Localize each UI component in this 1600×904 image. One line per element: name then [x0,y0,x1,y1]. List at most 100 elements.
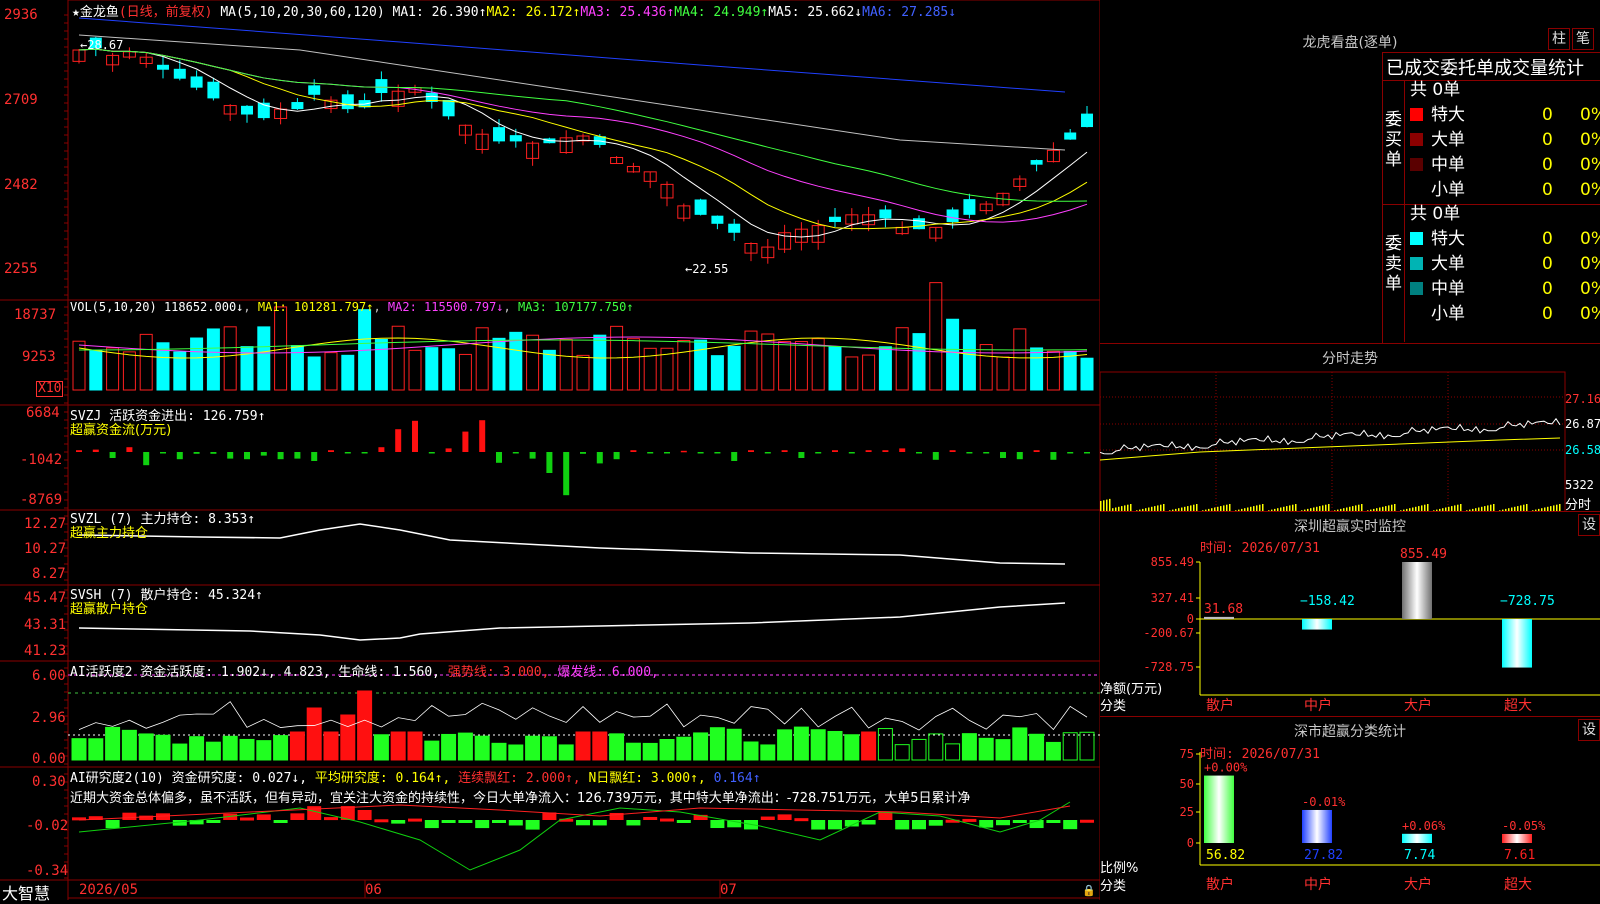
flow-bar [92,449,99,452]
ma1-value: MA1: 26.390↑ [392,5,487,20]
activity-bar [961,733,977,761]
research-bar [811,820,826,830]
volume-bar [374,338,388,391]
activity-bar [894,744,910,761]
svzl-subtitle: 超赢主力持仓 [70,526,149,541]
ai-strong-line: 强势线: 3.000, [447,665,550,680]
net-cat-label: 超大 [1504,698,1532,714]
order-size-label: 小单 [1431,304,1465,324]
ai-research-last: 0.164↑ [713,771,761,786]
flow-bar [277,452,284,460]
stroke-mode-button[interactable]: 笔 [1572,28,1594,50]
volume-bar [223,326,237,391]
color-swatch [1410,257,1423,270]
activity-bar [743,741,759,761]
research-bar [105,820,120,829]
flow-bar [966,452,973,454]
activity-bar [726,728,742,761]
activity-bar [609,733,625,761]
flow-bar [764,452,771,454]
volume-bar [895,327,909,391]
activity-bar [1045,741,1061,761]
candle [493,127,505,142]
svsh-axis-1: 45.47 [24,590,67,606]
ma2-value: MA2: 26.172↑ [486,5,581,20]
flow-bar [680,450,687,453]
activity-bar [289,731,305,761]
volume-bar [257,326,271,391]
flow-bar [428,452,435,454]
ma-params: MA(5,10,20,30,60,120) [220,5,385,20]
activity-bar [558,744,574,761]
research-bar [895,820,910,830]
net-cat-label: 中户 [1304,697,1332,714]
order-count: 0 [1542,254,1553,274]
net-bar-散户 [1204,616,1234,619]
bar-mode-button[interactable]: 柱 [1548,28,1570,50]
net-axis-tick: 0 [1187,612,1194,626]
flow-bar [949,450,956,452]
activity-bar [390,731,406,761]
order-count: 0 [1542,155,1553,175]
activity-bar [676,736,692,761]
activity-bar [659,739,675,761]
volume-bar [828,346,842,391]
date-axis-3: 07 [720,882,737,898]
candle [1081,113,1093,128]
ratio-change-label: -0.01% [1302,795,1346,809]
ratio-cat-label: 中户 [1304,876,1332,893]
research-bar [760,816,775,820]
research-bar [492,820,506,823]
lock-icon[interactable]: 🔒 [1082,884,1096,897]
research-bar [928,820,943,826]
price-axis-4: 2255 [4,261,38,277]
flow-bar [1033,450,1040,452]
order-row: 特大 0 0% [1410,103,1600,127]
activity-bar [508,744,524,761]
candlestick-series [72,36,1093,264]
volume-bar [794,341,808,391]
star-icon[interactable]: ★ [72,5,80,20]
color-swatch [1410,108,1423,121]
research-bar [979,820,994,828]
stock-name: 金龙鱼 [79,5,119,20]
intraday-vol-label: 5322 [1565,478,1594,492]
net-bar-中户 [1302,619,1332,630]
flow-bar [697,452,704,454]
activity-bar [424,740,440,761]
vol-ma2-line [78,336,1088,354]
order-count: 0 [1542,130,1553,150]
volume-bar [593,334,607,391]
ai-research-prefix: AI研究度2(10) 资金研究度: 0.027↓, [70,771,308,786]
intraday-panel[interactable]: 分时走势 27.16 26.87 26.58 5322 分时 [1100,343,1600,513]
net-amount-chart: 855.49 327.41 0-200.67 -728.75 31.68 散户 −158.4… [1143,547,1600,714]
research-bar [912,820,926,830]
volume-bar [475,327,489,391]
date-axis-2: 06 [365,882,382,898]
order-size-label: 大单 [1431,130,1465,150]
candle [1030,160,1043,165]
candle [308,85,321,95]
activity-bar [340,714,356,761]
volume-bar [139,333,153,391]
high-price-mark: ←28.67 [80,38,124,52]
net-axis-tick: 855.49 [1151,555,1194,569]
kline-chart-area[interactable] [0,0,1100,900]
net-bar-label: 855.49 [1400,547,1447,562]
flow-bar [596,452,603,464]
activity-bar [995,739,1011,761]
ai-axis-1: 6.00 [32,668,66,684]
research-bar [828,820,842,830]
ratio-change-label: +0.06% [1402,819,1446,833]
volume-bar [677,340,691,391]
svzl-axis-1: 12.27 [24,516,67,532]
candle [442,100,455,117]
flow-bar [748,450,754,452]
svzj-axis-3: -8769 [20,492,63,508]
order-size-label: 大单 [1431,254,1465,274]
research-bar [391,820,406,824]
low-price-mark: ←22.55 [685,262,729,276]
research-bar [643,816,658,820]
order-row: 小单 0 0% [1410,178,1600,202]
ai-active-legend: AI活跃度2 资金活跃度: 1.902↓, 4.823, 生命线: 1.560,… [70,661,659,680]
